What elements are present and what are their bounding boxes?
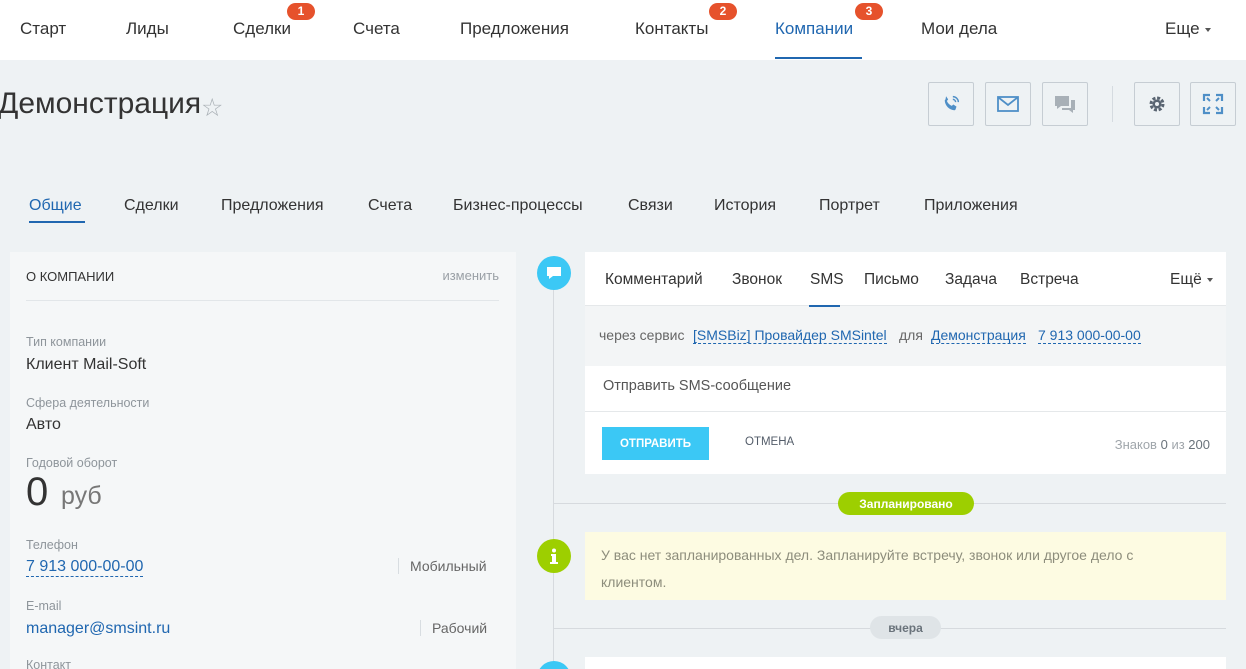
page-title: Демонстрация: [0, 87, 202, 120]
cancel-button[interactable]: ОТМЕНА: [745, 436, 794, 448]
phone-link[interactable]: 7 913 000-00-00: [26, 558, 144, 577]
via-service-text: через сервис: [599, 327, 685, 343]
expand-icon: [1202, 93, 1224, 115]
tab-portrait[interactable]: Портрет: [819, 197, 880, 215]
email-button[interactable]: [985, 82, 1031, 126]
revenue-currency: руб: [61, 482, 102, 510]
notice-text: У вас нет запланированных дел. Запланиру…: [601, 547, 1134, 590]
tab-relations[interactable]: Связи: [628, 197, 673, 215]
edit-link[interactable]: изменить: [442, 268, 499, 283]
phone-type: Мобильный: [398, 558, 487, 574]
tab-applications[interactable]: Приложения: [924, 197, 1018, 215]
counter-value: 0: [1160, 437, 1168, 452]
email-label: E-mail: [26, 599, 62, 613]
company-type-value: Клиент Mail-Soft: [26, 356, 147, 373]
recipient-link[interactable]: Демонстрация: [931, 327, 1026, 344]
chat-icon: [1055, 96, 1075, 113]
editor-tab-comment[interactable]: Комментарий: [605, 271, 703, 289]
nav-more-label: Еще: [1165, 19, 1200, 38]
nav-item-quotes[interactable]: Предложения: [460, 19, 569, 39]
gear-icon: [1149, 96, 1165, 112]
nav-item-leads[interactable]: Лиды: [126, 19, 169, 39]
counter-of: из: [1171, 437, 1185, 452]
email-type: Рабочий: [420, 620, 487, 636]
editor-tab-call[interactable]: Звонок: [732, 271, 782, 289]
activity-editor: Комментарий Звонок SMS Письмо Задача Вст…: [585, 252, 1226, 474]
company-type-label: Тип компании: [26, 335, 107, 349]
for-text: для: [899, 327, 923, 343]
nav-item-more[interactable]: Еще: [1165, 19, 1211, 39]
tab-invoices[interactable]: Счета: [368, 197, 412, 215]
card-divider: [26, 300, 499, 301]
nav-item-deals[interactable]: Сделки: [233, 19, 291, 39]
contacts-count-badge: 2: [709, 3, 737, 20]
revenue-value: 0: [26, 470, 49, 514]
fullscreen-button[interactable]: [1190, 82, 1236, 126]
settings-button[interactable]: [1134, 82, 1180, 126]
timeline-next-dot: [537, 661, 571, 669]
industry-value: Авто: [26, 416, 61, 433]
character-counter: Знаков 0 из 200: [1115, 437, 1210, 452]
tab-history[interactable]: История: [714, 197, 776, 215]
tab-quotes[interactable]: Предложения: [221, 197, 324, 215]
nav-item-my-tasks[interactable]: Мои дела: [921, 19, 997, 39]
nav-item-invoices[interactable]: Счета: [353, 19, 400, 39]
header-separator: [1112, 86, 1113, 122]
industry-label: Сфера деятельности: [26, 396, 150, 410]
info-icon: [550, 548, 558, 564]
mail-icon: [997, 96, 1019, 112]
companies-count-badge: 3: [855, 3, 883, 20]
phone-label: Телефон: [26, 538, 78, 552]
nav-item-companies[interactable]: Компании: [775, 19, 853, 39]
editor-divider: [585, 411, 1226, 412]
tab-general[interactable]: Общие: [29, 197, 82, 215]
phone-icon: [944, 95, 960, 111]
timeline-line: [553, 270, 554, 669]
contact-label: Контакт: [26, 658, 72, 669]
tab-deals[interactable]: Сделки: [124, 197, 179, 215]
top-navigation: Старт Лиды Сделки 1 Счета Предложения Ко…: [0, 0, 1246, 60]
chevron-down-icon: [1204, 27, 1211, 32]
editor-tab-email[interactable]: Письмо: [864, 271, 919, 289]
comment-icon: [547, 267, 561, 279]
star-icon[interactable]: ☆: [201, 93, 223, 123]
timeline-history-card: [585, 657, 1226, 669]
nav-active-indicator: [775, 57, 862, 59]
editor-tab-sms[interactable]: SMS: [810, 271, 844, 289]
nav-item-contacts[interactable]: Контакты: [635, 19, 708, 39]
nav-item-start[interactable]: Старт: [20, 19, 66, 39]
revenue-label: Годовой оборот: [26, 456, 118, 470]
yesterday-badge: вчера: [870, 616, 941, 639]
editor-tab-task[interactable]: Задача: [945, 271, 997, 289]
card-title: О КОМПАНИИ: [26, 269, 115, 284]
call-button[interactable]: [928, 82, 974, 126]
recipient-phone-link[interactable]: 7 913 000-00-00: [1038, 327, 1141, 344]
editor-tab-active-indicator: [809, 305, 840, 307]
planned-badge: Запланировано: [838, 492, 974, 515]
sms-provider-link[interactable]: [SMSBiz] Провайдер SMSintel: [693, 327, 887, 344]
tab-active-indicator: [29, 221, 85, 223]
counter-label: Знаков: [1114, 437, 1157, 452]
counter-max: 200: [1188, 437, 1210, 452]
deals-count-badge: 1: [287, 3, 315, 20]
editor-tab-more[interactable]: Ещё: [1170, 271, 1213, 289]
timeline-comment-dot: [537, 256, 571, 290]
company-info-card: О КОМПАНИИ изменить Тип компании Клиент …: [10, 252, 516, 669]
editor-tab-meeting[interactable]: Встреча: [1020, 271, 1079, 289]
email-link[interactable]: manager@smsint.ru: [26, 620, 170, 638]
send-button[interactable]: ОТПРАВИТЬ: [602, 427, 709, 460]
no-planned-tasks-notice: У вас нет запланированных дел. Запланиру…: [585, 532, 1226, 600]
chat-button[interactable]: [1042, 82, 1088, 126]
editor-more-label: Ещё: [1170, 271, 1202, 288]
tab-business-processes[interactable]: Бизнес-процессы: [453, 197, 583, 215]
sms-message-input[interactable]: Отправить SMS-сообщение: [603, 378, 791, 394]
chevron-down-icon: [1206, 277, 1213, 282]
timeline-info-dot: [537, 539, 571, 573]
